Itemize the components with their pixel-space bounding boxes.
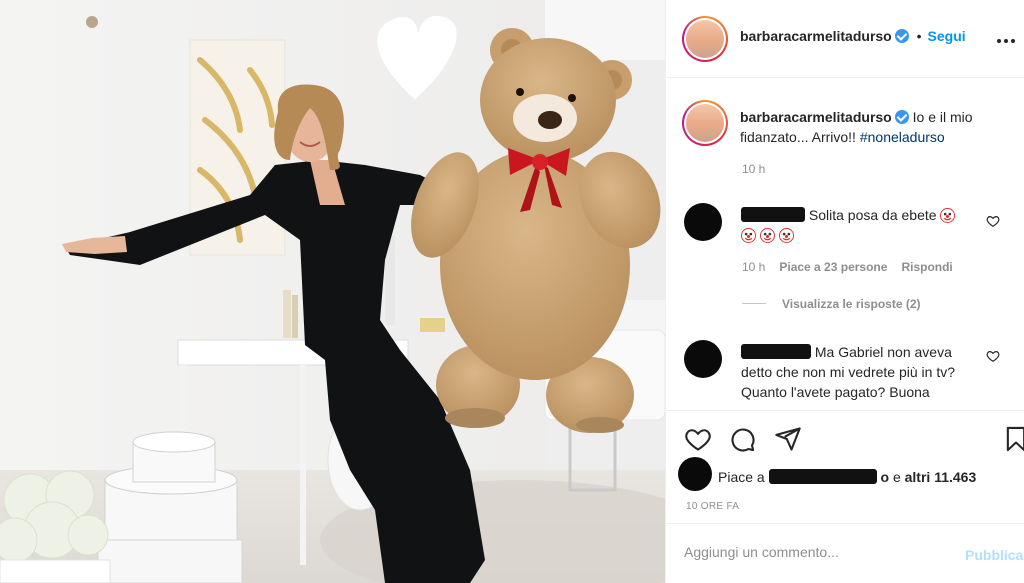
- redacted-username: [741, 344, 811, 359]
- post-photo[interactable]: [0, 0, 665, 583]
- view-replies-label: Visualizza le risposte (2): [782, 297, 921, 311]
- post-image: [0, 0, 665, 583]
- comment-likes[interactable]: Piace a 23 persone: [779, 260, 887, 274]
- commenter-avatar[interactable]: [684, 203, 722, 241]
- comment-text: Solita posa da ebete: [741, 205, 966, 245]
- liker-avatar[interactable]: [678, 457, 712, 491]
- follow-button[interactable]: Segui: [928, 28, 966, 44]
- heart-icon[interactable]: [684, 425, 712, 453]
- redacted-liker: [768, 469, 877, 484]
- caption-text: barbaracarmelitadurso Io e il mio fidanz…: [740, 107, 1010, 147]
- verified-icon: [894, 29, 909, 43]
- bookmark-icon[interactable]: [1002, 425, 1024, 453]
- share-icon[interactable]: [774, 425, 802, 453]
- comment-meta: 10 h Piace a 23 persone Rispondi: [742, 260, 953, 274]
- author-line: barbaracarmelitadurso • Segui: [740, 28, 966, 44]
- post-timestamp: 10 ORE FA: [686, 501, 740, 512]
- post-header: barbaracarmelitadurso • Segui: [666, 0, 1024, 78]
- comment-text: Ma Gabriel non aveva detto che non mi ve…: [741, 342, 966, 402]
- clown-emoji: [741, 228, 756, 243]
- author-avatar[interactable]: [682, 16, 728, 62]
- comment-input[interactable]: [684, 544, 944, 560]
- separator-dot: •: [916, 28, 922, 44]
- likes-o-tail: o: [880, 469, 890, 485]
- more-icon[interactable]: [995, 30, 1017, 44]
- add-comment-bar: Pubblica: [666, 523, 1024, 583]
- post-side-panel: barbaracarmelitadurso • Segui barbaracarm…: [665, 0, 1024, 583]
- likes-prefix: Piace a: [718, 469, 765, 485]
- comment-body: Solita posa da ebete: [808, 207, 937, 223]
- redacted-username: [741, 207, 805, 222]
- publish-button[interactable]: Pubblica: [965, 547, 1023, 563]
- clown-emoji: [940, 208, 956, 223]
- likes-summary: Piace a o e altri 11.463: [678, 457, 1018, 491]
- comment-item: Ma Gabriel non aveva detto che non mi ve…: [684, 340, 1014, 410]
- caption-author-avatar[interactable]: [682, 100, 728, 146]
- comment-time: 10 h: [742, 260, 766, 274]
- reply-button[interactable]: Rispondi: [901, 260, 952, 274]
- likes-middle: e: [892, 469, 901, 485]
- commenter-avatar[interactable]: [684, 340, 722, 378]
- verified-icon: [894, 110, 909, 124]
- caption-time: 10 h: [742, 162, 766, 176]
- comment-like-heart-icon[interactable]: [986, 214, 1000, 228]
- view-replies-button[interactable]: Visualizza le risposte (2): [742, 297, 921, 311]
- clown-emoji: [778, 228, 794, 243]
- likes-text: Piace a o e altri 11.463: [718, 469, 976, 485]
- caption-username[interactable]: barbaracarmelitadurso: [740, 109, 892, 125]
- clown-emoji: [759, 228, 775, 243]
- author-username[interactable]: barbaracarmelitadurso: [740, 28, 892, 44]
- likes-count[interactable]: altri 11.463: [905, 469, 977, 485]
- post-actions: Piace a o e altri 11.463 10 ORE FA: [666, 410, 1024, 522]
- comment-like-heart-icon[interactable]: [986, 349, 1000, 363]
- comment-icon[interactable]: [728, 425, 756, 453]
- caption-hashtag[interactable]: #noneladurso: [860, 129, 945, 145]
